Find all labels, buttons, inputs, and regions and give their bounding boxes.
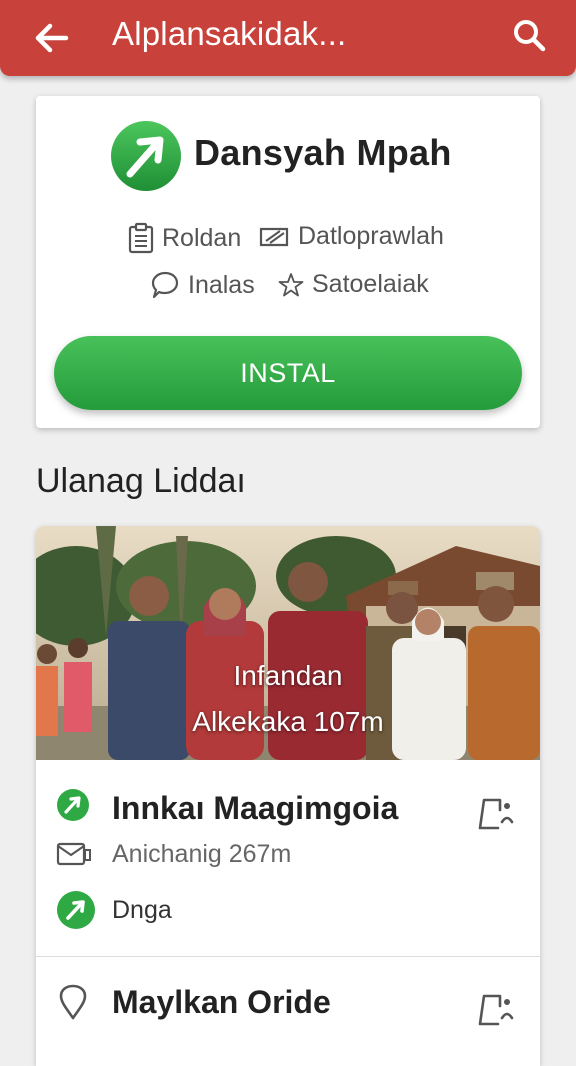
green-arrow-icon bbox=[57, 891, 95, 929]
photo-caption-line2: Alkekaka 107m bbox=[192, 706, 384, 737]
green-arrow-icon bbox=[57, 789, 89, 821]
listing-card[interactable]: Infandan Alkekaka 107m Innkaı Maagimgoia… bbox=[36, 526, 540, 1066]
app-name: Dansyah Mpah bbox=[194, 132, 452, 173]
green-arrow-logo-icon bbox=[111, 121, 181, 191]
app-bar-title: Alplansakidak... bbox=[112, 15, 347, 52]
meta-item-roldan: Roldan bbox=[128, 222, 241, 254]
app-bar: Alplansakidak... bbox=[0, 0, 576, 76]
meta-label: Roldan bbox=[162, 223, 242, 252]
meta-label: Satoelaiak bbox=[312, 270, 429, 298]
bus-icon bbox=[56, 842, 91, 866]
arrow-left-icon[interactable] bbox=[30, 16, 74, 60]
list-item-extra: Dnga bbox=[112, 896, 172, 924]
location-pin-icon bbox=[59, 984, 87, 1020]
meta-item-inalas: Inalas bbox=[150, 270, 255, 300]
list-item-subtitle: Anichanig 267m bbox=[112, 840, 292, 868]
list-item-title[interactable]: Maylkan Oride bbox=[112, 984, 331, 1021]
search-icon[interactable] bbox=[508, 14, 552, 58]
star-icon bbox=[278, 272, 304, 296]
divider bbox=[36, 956, 540, 957]
photo-caption-line1: Infandan bbox=[233, 660, 343, 691]
clipboard-icon bbox=[128, 222, 154, 254]
list-item-title[interactable]: Innkaı Maagimgoia bbox=[112, 790, 398, 827]
ticket-icon bbox=[259, 227, 289, 246]
chat-person-icon[interactable] bbox=[476, 992, 514, 1028]
meta-item-datloprawlah: Datloprawlah bbox=[258, 222, 444, 251]
meta-item-satoelaiak: Satoelaiak bbox=[278, 270, 429, 299]
install-button[interactable]: INSTAL bbox=[54, 336, 522, 410]
chat-bubble-icon bbox=[151, 271, 179, 299]
app-info-card: Dansyah Mpah Roldan Datloprawlah Inalas … bbox=[36, 96, 540, 428]
meta-label: Inalas bbox=[188, 270, 255, 299]
chat-person-icon[interactable] bbox=[476, 796, 514, 832]
meta-label: Datloprawlah bbox=[298, 222, 444, 250]
section-title: Ulanag Liddaı bbox=[36, 462, 246, 500]
